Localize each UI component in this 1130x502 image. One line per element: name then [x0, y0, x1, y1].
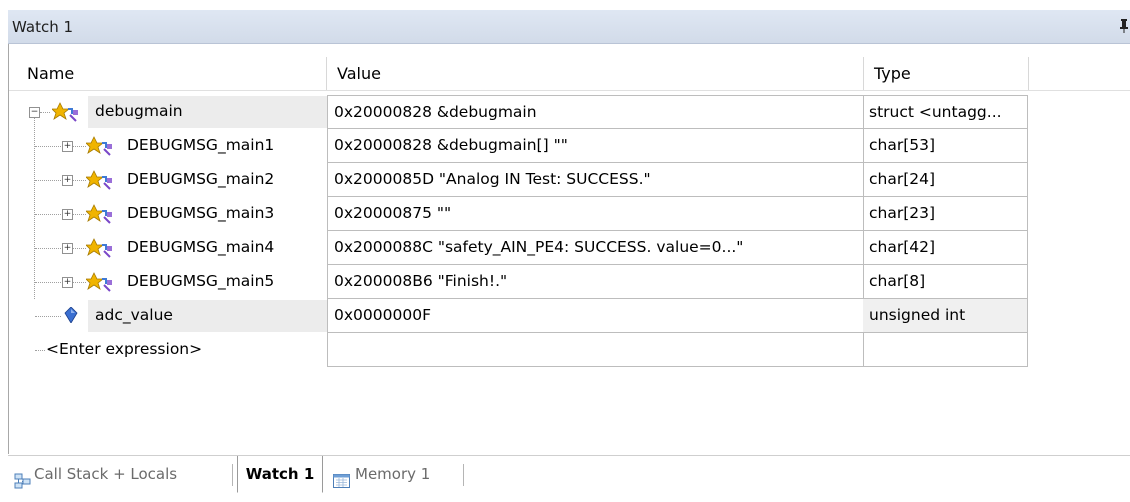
column-header-name[interactable]: Name	[17, 57, 327, 90]
expand-icon[interactable]: +	[62, 243, 73, 254]
variable-type: char[42]	[863, 231, 1028, 265]
variable-name: debugmain	[95, 102, 183, 120]
expand-icon[interactable]: +	[62, 209, 73, 220]
variable-name: DEBUGMSG_main5	[127, 272, 275, 290]
watch-row[interactable]: + DEBUGMSG_main3 0x20000875 "" char[23]	[0, 197, 1130, 231]
array-variable-icon	[85, 271, 114, 297]
tab-separator	[463, 464, 464, 486]
tab-call-stack-locals[interactable]: Call Stack + Locals	[14, 456, 234, 492]
watch-row[interactable]: + DEBUGMSG_main1 0x20000828 &debugmain[]…	[0, 129, 1130, 163]
tab-label: Call Stack + Locals	[34, 465, 178, 483]
variable-value[interactable]: 0x20000828 &debugmain[] ""	[327, 129, 864, 163]
tab-watch-1[interactable]: Watch 1	[237, 456, 323, 493]
variable-value[interactable]: 0x200008B6 "Finish!."	[327, 265, 864, 299]
watch-window-titlebar: Watch 1	[8, 10, 1130, 44]
memory-icon	[333, 466, 351, 502]
tab-separator	[232, 464, 233, 486]
tab-label: Watch 1	[245, 465, 315, 483]
expand-icon[interactable]: +	[62, 277, 73, 288]
variable-type: char[53]	[863, 129, 1028, 163]
variable-type: unsigned int	[863, 299, 1028, 333]
top-strip	[0, 0, 1130, 10]
expression-value-cell[interactable]	[327, 333, 864, 367]
variable-type: char[23]	[863, 197, 1028, 231]
expand-icon[interactable]: +	[62, 141, 73, 152]
struct-variable-icon	[51, 101, 80, 127]
pin-icon[interactable]	[1120, 19, 1128, 37]
variable-value[interactable]: 0x20000875 ""	[327, 197, 864, 231]
expand-icon[interactable]: +	[62, 175, 73, 186]
enter-expression-label[interactable]: <Enter expression>	[46, 333, 202, 367]
watch-row[interactable]: + DEBUGMSG_main5 0x200008B6 "Finish!." c…	[0, 265, 1130, 299]
column-header-type[interactable]: Type	[864, 57, 1029, 90]
column-header-value[interactable]: Value	[327, 57, 864, 90]
watch-row[interactable]: adc_value 0x0000000F unsigned int	[0, 299, 1130, 333]
enter-expression-row[interactable]: <Enter expression>	[0, 333, 1130, 367]
array-variable-icon	[85, 169, 114, 195]
variable-value[interactable]: 0x20000828 &debugmain	[327, 95, 864, 129]
expression-type-cell	[863, 333, 1028, 367]
scalar-variable-icon	[64, 306, 78, 327]
variable-name: DEBUGMSG_main4	[127, 238, 275, 256]
variable-value[interactable]: 0x0000000F	[327, 299, 864, 333]
collapse-icon[interactable]: −	[29, 107, 40, 118]
watch-row[interactable]: − debugmain 0x20000828 &debugmain struct…	[0, 95, 1130, 299]
variable-type: char[8]	[863, 265, 1028, 299]
array-variable-icon	[85, 237, 114, 263]
array-variable-icon	[85, 135, 114, 161]
variable-name: DEBUGMSG_main3	[127, 204, 275, 222]
variable-name: DEBUGMSG_main2	[127, 170, 275, 188]
variable-value[interactable]: 0x2000085D "Analog IN Test: SUCCESS."	[327, 163, 864, 197]
variable-value[interactable]: 0x2000088C "safety_AIN_PE4: SUCCESS. val…	[327, 231, 864, 265]
variable-name: DEBUGMSG_main1	[127, 136, 275, 154]
variable-type: char[24]	[863, 163, 1028, 197]
watch-row[interactable]: + DEBUGMSG_main2 0x2000085D "Analog IN T…	[0, 163, 1130, 197]
tab-label: Memory 1	[355, 465, 431, 483]
watch-row[interactable]: + DEBUGMSG_main4 0x2000088C "safety_AIN_…	[0, 231, 1130, 265]
variable-type: struct <untagg...	[863, 95, 1028, 129]
window-title: Watch 1	[12, 18, 74, 36]
column-header-row: Name Value Type	[9, 57, 1130, 91]
bottom-tab-bar: Call Stack + Locals Watch 1 Memory 1	[8, 455, 1130, 493]
array-variable-icon	[85, 203, 114, 229]
variable-name: adc_value	[95, 306, 173, 324]
tab-memory-1[interactable]: Memory 1	[333, 456, 463, 492]
call-stack-icon	[14, 466, 32, 502]
